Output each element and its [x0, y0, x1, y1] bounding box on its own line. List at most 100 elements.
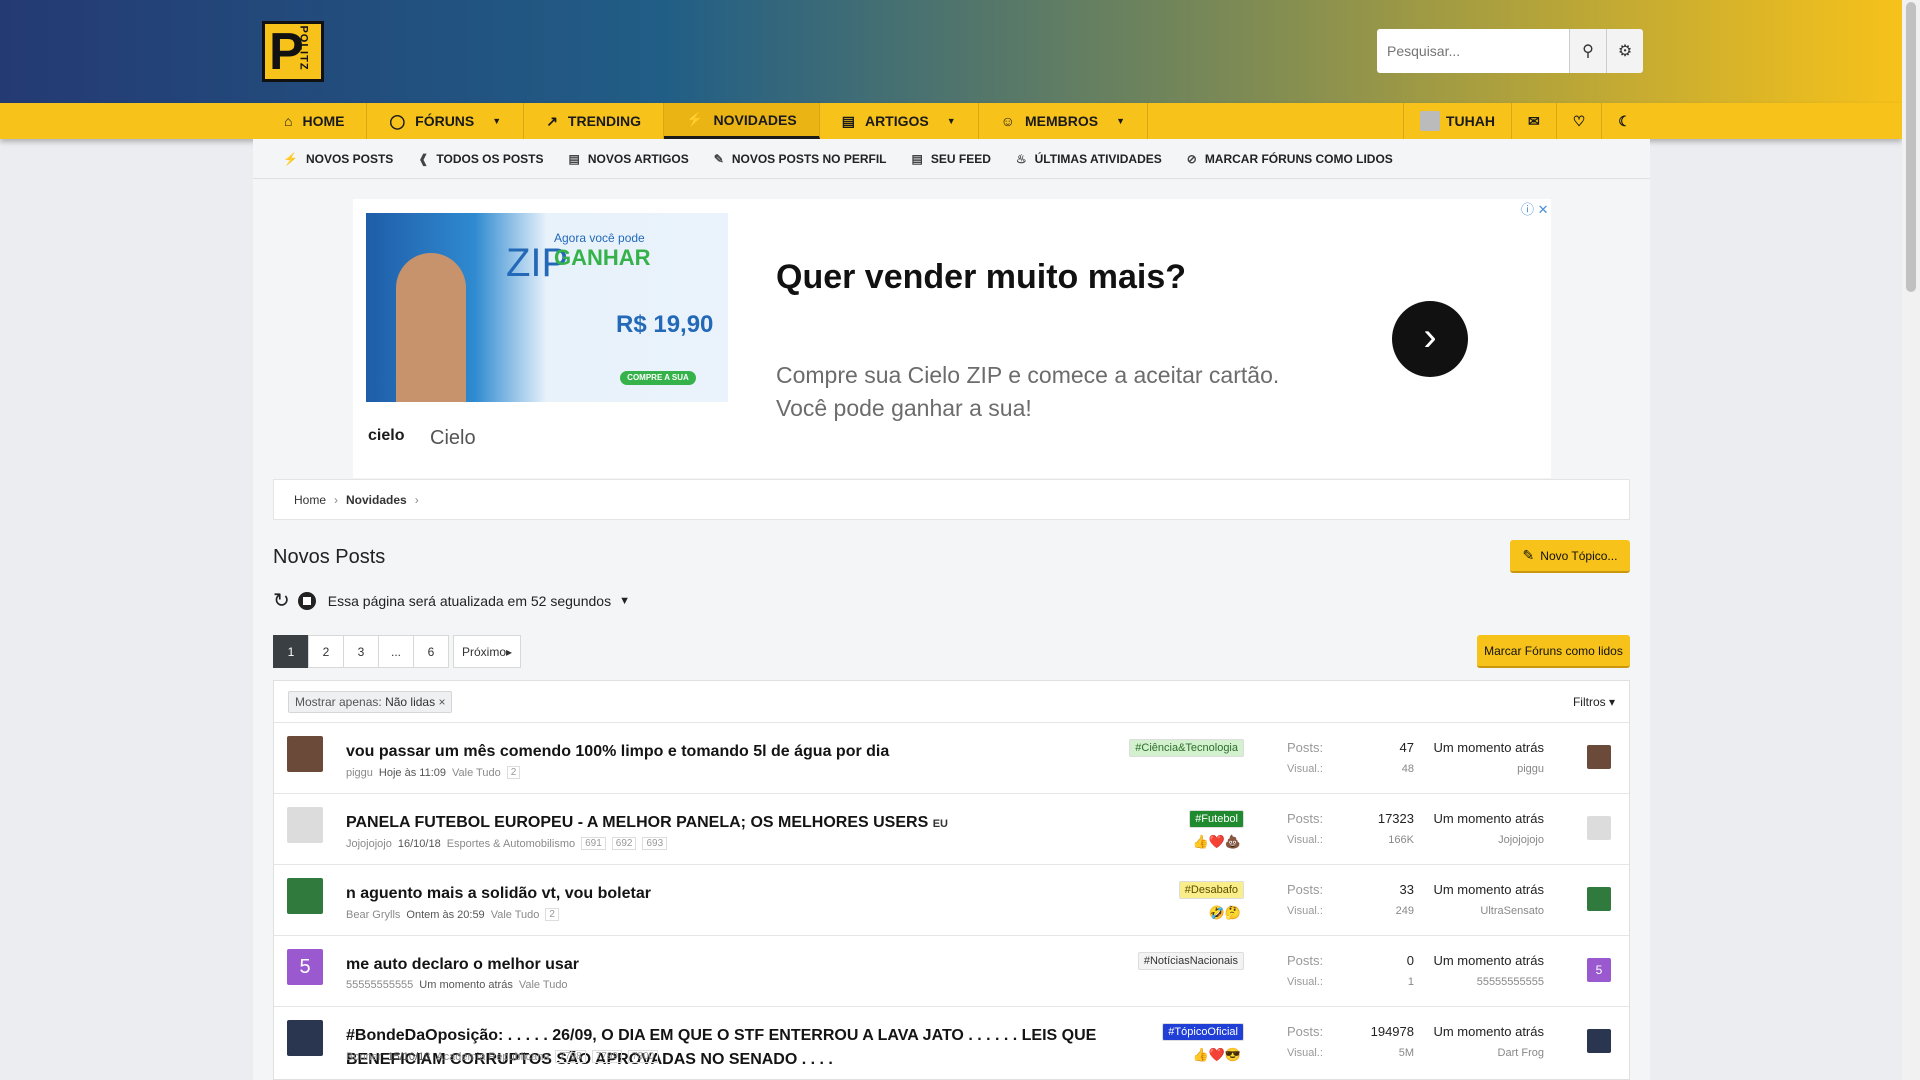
thread-author[interactable]: Bonner [346, 1051, 381, 1063]
thread-title[interactable]: me auto declaro o melhor usar [346, 953, 1106, 978]
avatar[interactable] [287, 878, 323, 914]
thread-tag[interactable]: #Futebol [1189, 810, 1244, 828]
nav-trending[interactable]: ↗ TRENDING [524, 103, 665, 139]
subnav-posts-perfil[interactable]: ✎ NOVOS POSTS NO PERFIL [714, 152, 887, 166]
subnav-novos-posts[interactable]: ⚡ NOVOS POSTS [283, 152, 393, 166]
subnav-ultimas-atividades[interactable]: ♨ ÚLTIMAS ATIVIDADES [1016, 152, 1162, 166]
ad-image[interactable]: ZIP Agora você pode GANHAR R$ 19,90 COMP… [366, 213, 728, 402]
last-post-user[interactable]: piggu [1414, 763, 1544, 775]
thread-row[interactable]: #BondeDaOposição: . . . . . 26/09, O DIA… [274, 1007, 1629, 1080]
thread-tag[interactable]: #Desabafo [1178, 881, 1244, 899]
thread-row[interactable]: n aguento mais a solidão vt, vou boletar… [274, 865, 1629, 936]
avatar[interactable]: 5 [1587, 958, 1611, 982]
nav-forums[interactable]: ◯ FÓRUNS ▼ [367, 103, 525, 139]
page-jump[interactable]: ... [378, 635, 414, 668]
last-post-user[interactable]: Dart Frog [1414, 1047, 1544, 1059]
avatar[interactable] [1587, 887, 1611, 911]
avatar[interactable] [287, 1020, 323, 1056]
mark-forums-read-button[interactable]: Marcar Fóruns como lidos [1477, 635, 1630, 668]
breadcrumb-current[interactable]: Novidades [346, 493, 407, 507]
scrollbar-thumb[interactable] [1906, 2, 1916, 292]
next-page-button[interactable]: Próximo ▸ [453, 635, 522, 668]
breadcrumb-home[interactable]: Home [294, 493, 326, 507]
page-jump-link[interactable]: 7800 [627, 1050, 659, 1063]
avatar[interactable]: 5 [287, 949, 323, 985]
page-link[interactable]: 6 [413, 635, 449, 668]
subnav-marcar-lidos[interactable]: ⊘ MARCAR FÓRUNS COMO LIDOS [1187, 152, 1393, 166]
thread-date[interactable]: Ontem às 20:59 [406, 909, 484, 921]
last-post-time[interactable]: Um momento atrás [1414, 953, 1544, 968]
page-link[interactable]: 2 [308, 635, 344, 668]
search-button[interactable]: ⚲ [1569, 29, 1606, 73]
ad-arrow-button[interactable]: › [1392, 301, 1468, 377]
filters-dropdown[interactable]: Filtros ▾ [1573, 695, 1615, 709]
thread-author[interactable]: piggu [346, 767, 373, 779]
thread-tag[interactable]: #NotíciasNacionais [1137, 952, 1244, 970]
page-jump-link[interactable]: 693 [642, 837, 668, 850]
page-jump-link[interactable]: 692 [611, 837, 637, 850]
page-link[interactable]: 3 [343, 635, 379, 668]
thread-title[interactable]: n aguento mais a solidão vt, vou boletar [346, 882, 1106, 907]
site-logo[interactable]: P POLITZ [262, 21, 324, 82]
filter-chip[interactable]: Mostrar apenas: Não lidas × [288, 690, 453, 713]
nav-home[interactable]: ⌂ HOME [262, 103, 368, 139]
thread-date[interactable]: 16/10/18 [398, 838, 441, 850]
last-post-user[interactable]: Jojojojojo [1414, 834, 1544, 846]
thread-date[interactable]: 15/10/18 [387, 1051, 430, 1063]
thread-tag[interactable]: #Ciência&Tecnologia [1129, 739, 1244, 757]
alerts-button[interactable]: ♡ [1555, 103, 1602, 139]
avatar[interactable] [1587, 1029, 1611, 1053]
search-settings-button[interactable]: ⚙ [1606, 29, 1643, 73]
thread-row[interactable]: 5 me auto declaro o melhor usar 555555555… [274, 936, 1629, 1007]
chevron-down-icon[interactable]: ▼ [947, 116, 956, 126]
chevron-down-icon[interactable]: ▼ [1116, 116, 1125, 126]
thread-title[interactable]: PANELA FUTEBOL EUROPEU - A MELHOR PANELA… [346, 811, 1106, 836]
thread-forum[interactable]: Vale Tudo [452, 767, 501, 779]
last-post-time[interactable]: Um momento atrás [1414, 811, 1544, 826]
page-jump-link[interactable]: 691 [581, 837, 606, 850]
thread-forum[interactable]: Academia Republicana [436, 1051, 549, 1063]
avatar[interactable] [1587, 816, 1611, 840]
last-post-time[interactable]: Um momento atrás [1414, 1024, 1544, 1039]
inbox-button[interactable]: ✉ [1511, 103, 1556, 139]
thread-date[interactable]: Um momento atrás [419, 979, 513, 991]
thread-row[interactable]: PANELA FUTEBOL EUROPEU - A MELHOR PANELA… [274, 794, 1629, 865]
thread-forum[interactable]: Vale Tudo [519, 979, 568, 991]
last-post-user[interactable]: UltraSensato [1414, 905, 1544, 917]
last-post-time[interactable]: Um momento atrás [1414, 740, 1544, 755]
subnav-todos-posts[interactable]: ❰ TODOS OS POSTS [418, 152, 543, 166]
page-jump-link[interactable]: 2 [506, 766, 521, 779]
nav-membros[interactable]: ☺ MEMBROS ▼ [979, 103, 1148, 139]
avatar[interactable] [287, 736, 323, 772]
thread-forum[interactable]: Esportes & Automobilismo [447, 838, 575, 850]
subnav-seu-feed[interactable]: ▤ SEU FEED [912, 152, 991, 166]
avatar[interactable] [1587, 745, 1611, 769]
search-input[interactable] [1377, 29, 1569, 73]
page-link[interactable]: 1 [273, 635, 309, 668]
subnav-novos-artigos[interactable]: ▤ NOVOS ARTIGOS [569, 152, 689, 166]
last-post-time[interactable]: Um momento atrás [1414, 882, 1544, 897]
ad-title[interactable]: Quer vender muito mais? [776, 258, 1186, 297]
scrollbar[interactable] [1902, 0, 1920, 1080]
nav-artigos[interactable]: ▤ ARTIGOS ▼ [820, 103, 979, 139]
advertisement[interactable]: ZIP Agora você pode GANHAR R$ 19,90 COMP… [353, 199, 1551, 478]
thread-title[interactable]: #BondeDaOposição: . . . . . 26/09, O DIA… [346, 1024, 1106, 1073]
user-menu[interactable]: TUHAH [1403, 103, 1511, 139]
new-topic-button[interactable]: ✎ Novo Tópico... [1510, 540, 1630, 573]
thread-date[interactable]: Hoje às 11:09 [379, 767, 446, 779]
caret-down-icon[interactable]: ▼ [619, 595, 630, 607]
avatar[interactable] [287, 807, 323, 843]
thread-tag[interactable]: #TópicoOficial [1162, 1023, 1244, 1041]
thread-author[interactable]: Bear Grylls [346, 909, 400, 921]
close-icon[interactable]: × [438, 695, 445, 709]
page-jump-link[interactable]: 7799 [591, 1050, 622, 1063]
theme-toggle-button[interactable]: ☾ [1601, 103, 1647, 139]
nav-novidades[interactable]: ⚡ NOVIDADES [664, 103, 820, 139]
thread-row[interactable]: vou passar um mês comendo 100% limpo e t… [274, 723, 1629, 794]
page-jump-link[interactable]: 2 [545, 908, 559, 921]
thread-forum[interactable]: Vale Tudo [491, 909, 540, 921]
thread-author[interactable]: Jojojojojo [346, 838, 392, 850]
ad-close-icon[interactable]: ⓘ ✕ [1521, 199, 1549, 218]
page-jump-link[interactable]: 7798 [555, 1050, 586, 1063]
chevron-down-icon[interactable]: ▼ [492, 116, 501, 126]
